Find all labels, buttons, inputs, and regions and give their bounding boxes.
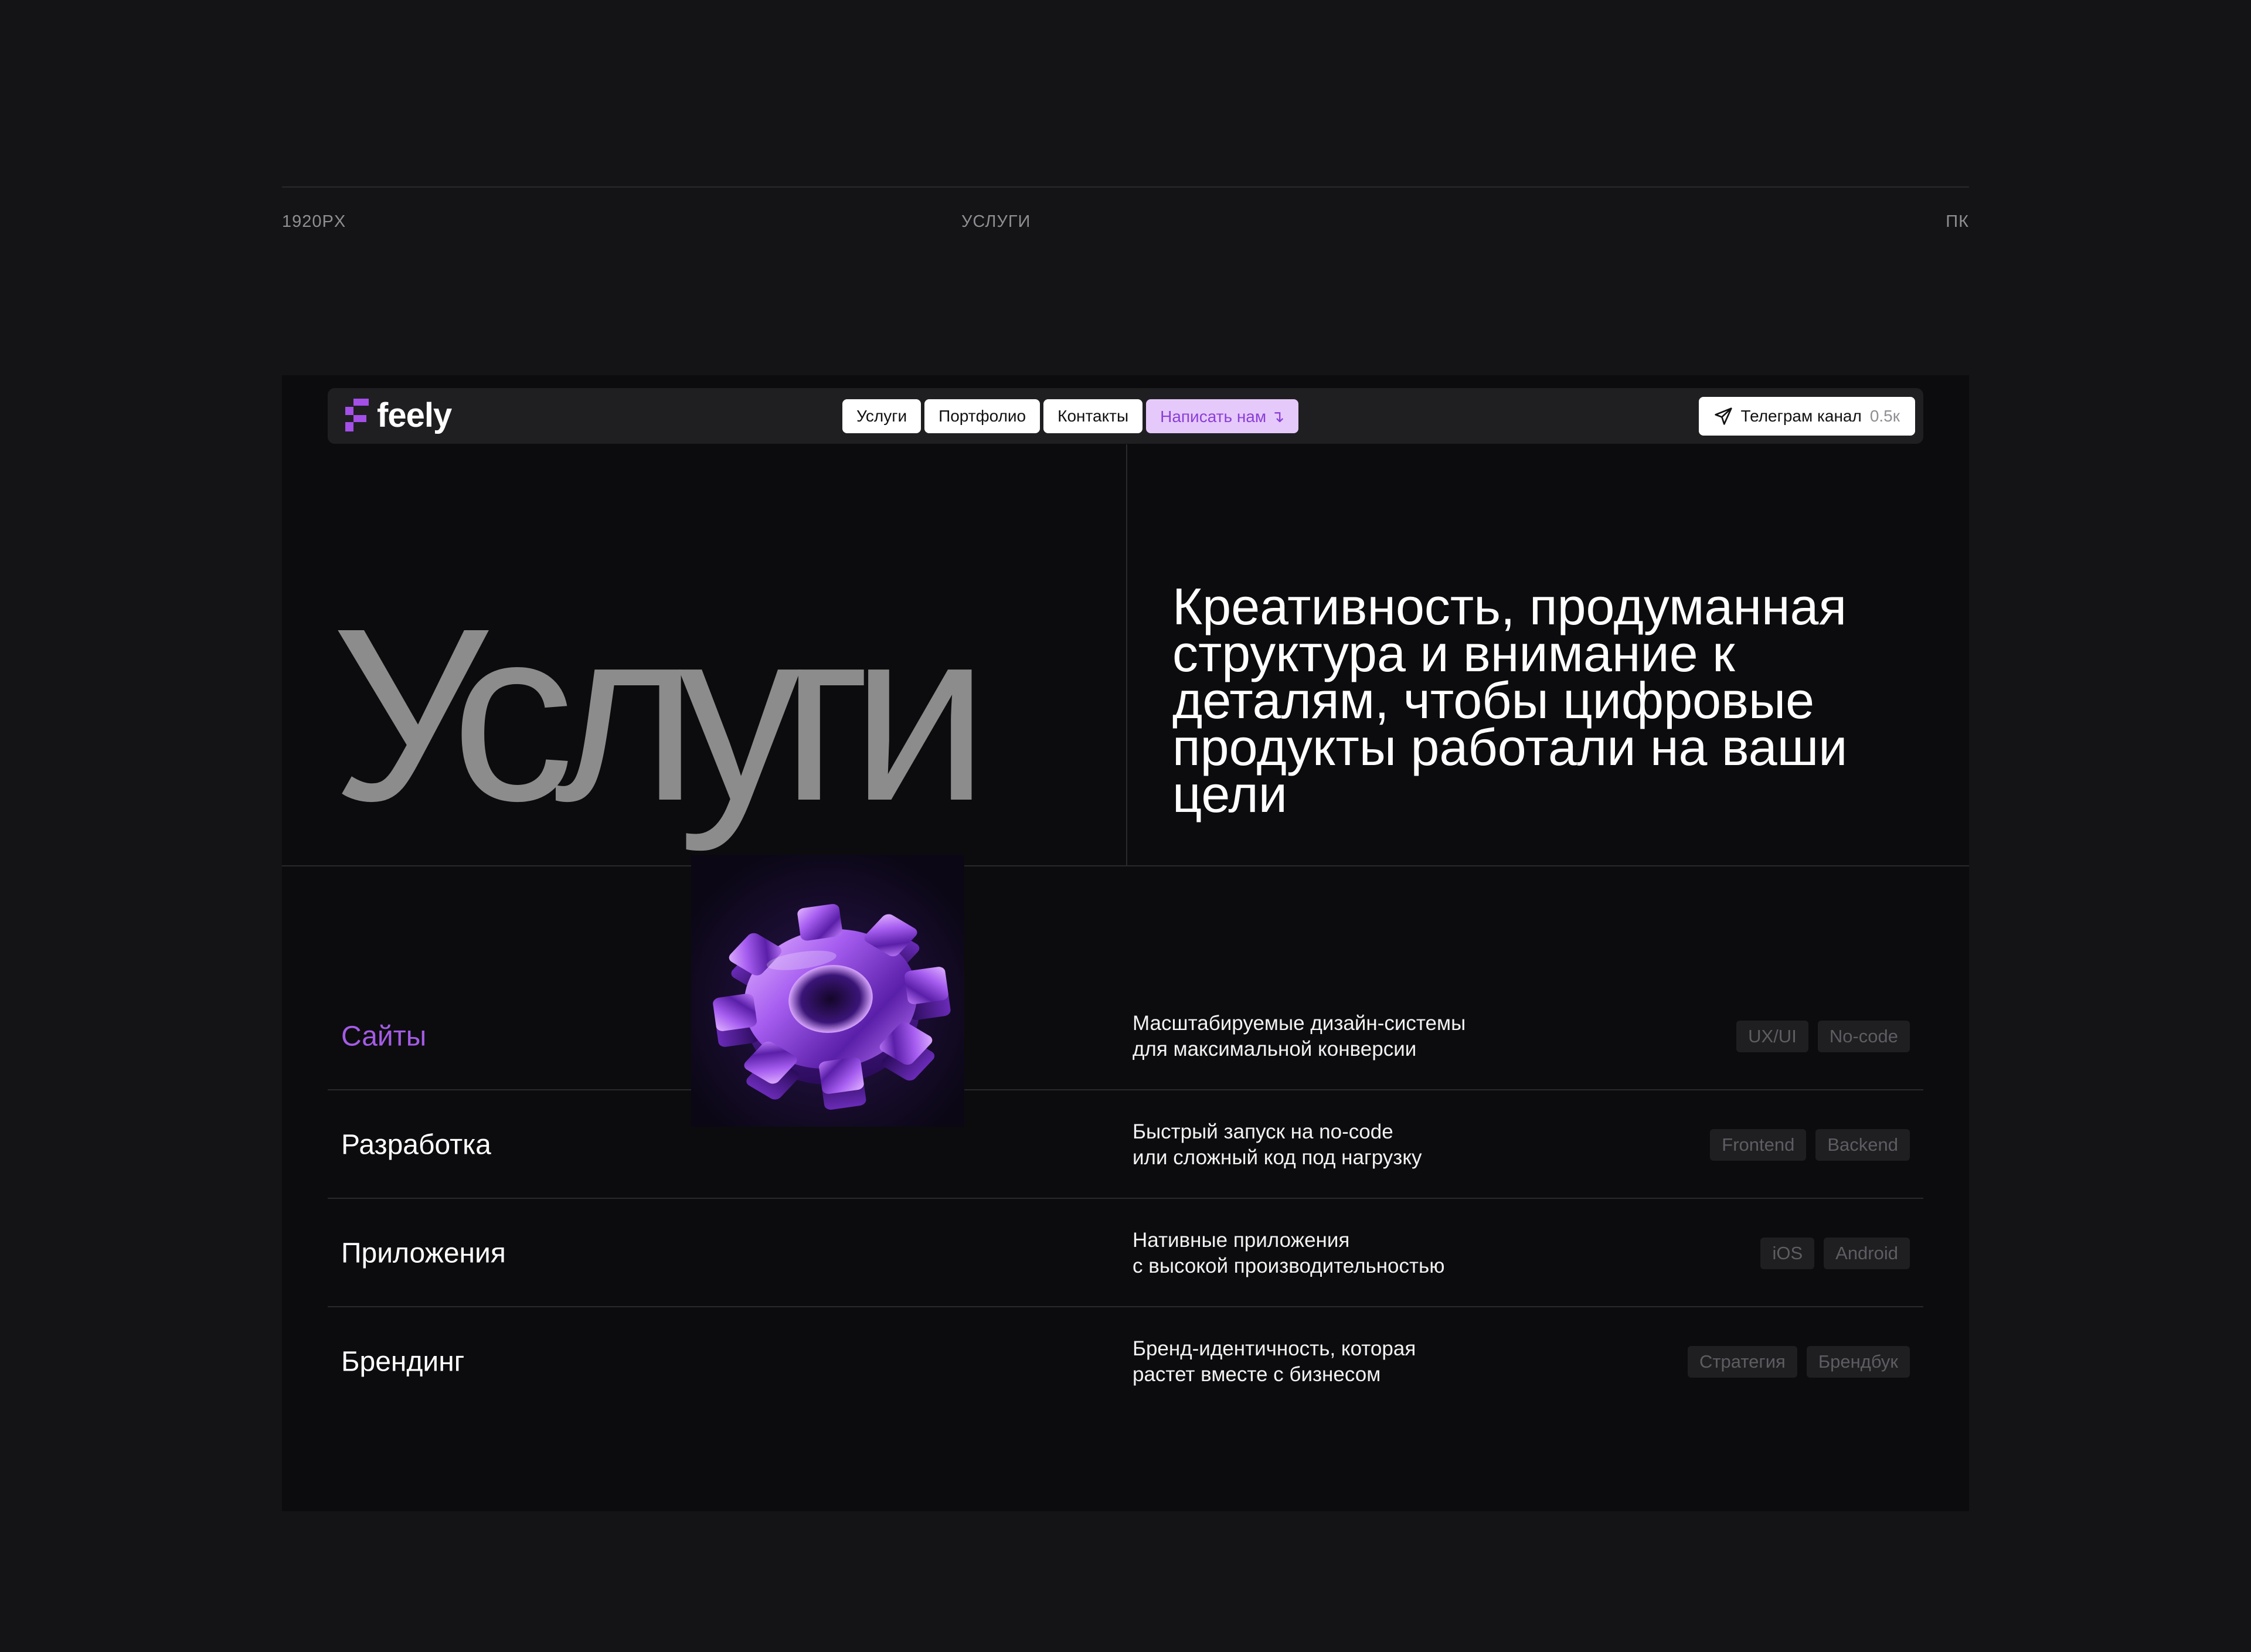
telegram-channel-button[interactable]: Телеграм канал 0.5к xyxy=(1698,397,1915,436)
page-frame: feely Услуги Портфолио Контакты Написать… xyxy=(282,375,1969,1511)
meta-device: ПК xyxy=(1946,212,1969,231)
service-description-line: Бренд-идентичность, которая xyxy=(1133,1337,1416,1360)
service-description-line: для максимальной конверсии xyxy=(1133,1037,1417,1060)
nav-links: Услуги Портфолио Контакты Написать нам ↴ xyxy=(842,399,1299,433)
meta-section: УСЛУГИ xyxy=(961,212,1031,231)
telegram-count: 0.5к xyxy=(1869,407,1900,425)
nav-link-services[interactable]: Услуги xyxy=(842,399,922,433)
service-description-line: или сложный код под нагрузку xyxy=(1133,1145,1422,1169)
gear-icon xyxy=(691,855,964,1127)
nav-link-contacts[interactable]: Контакты xyxy=(1043,399,1143,433)
page-title: Услуги xyxy=(331,577,989,852)
service-row-development[interactable]: Разработка Быстрый запуск на no-code или… xyxy=(328,1090,1923,1199)
service-description: Быстрый запуск на no-code или сложный ко… xyxy=(1133,1119,1601,1171)
service-description-line: Нативные приложения xyxy=(1133,1228,1350,1252)
service-row-apps[interactable]: Приложения Нативные приложения с высокой… xyxy=(328,1199,1923,1307)
logo[interactable]: feely xyxy=(345,396,452,434)
service-tag: UX/UI xyxy=(1736,1020,1808,1052)
feely-logo-mark-icon xyxy=(345,399,369,431)
service-description: Масштабируемые дизайн-системы для максим… xyxy=(1133,1011,1601,1062)
service-tag: Android xyxy=(1824,1237,1910,1269)
service-name: Сайты xyxy=(341,1021,427,1052)
gear-image xyxy=(691,855,964,1127)
contact-us-button[interactable]: Написать нам ↴ xyxy=(1146,399,1299,433)
hero-horizontal-divider xyxy=(282,865,1969,866)
meta-resolution: 1920PX xyxy=(282,212,346,231)
nav-link-portfolio[interactable]: Портфолио xyxy=(924,399,1041,433)
service-tags: iOS Android xyxy=(1760,1237,1910,1269)
service-description: Нативные приложения с высокой производит… xyxy=(1133,1228,1601,1279)
service-tag: No-code xyxy=(1817,1020,1910,1052)
service-tag: Backend xyxy=(1815,1128,1910,1161)
hero-vertical-divider xyxy=(1126,444,1127,865)
service-name: Брендинг xyxy=(341,1346,465,1377)
service-description: Бренд-идентичность, которая растет вмест… xyxy=(1133,1336,1601,1388)
service-tag: Frontend xyxy=(1710,1128,1807,1161)
service-tag: Брендбук xyxy=(1806,1345,1910,1378)
service-name: Разработка xyxy=(341,1129,491,1160)
service-tag: iOS xyxy=(1760,1237,1815,1269)
telegram-label: Телеграм канал xyxy=(1740,407,1862,425)
service-name: Приложения xyxy=(341,1238,506,1269)
service-tag: Стратегия xyxy=(1687,1345,1797,1378)
service-description-line: Масштабируемые дизайн-системы xyxy=(1133,1011,1466,1035)
service-description-line: растет вместе с бизнесом xyxy=(1133,1362,1381,1386)
paper-plane-icon xyxy=(1714,407,1732,425)
hero-description: Креативность, продуманная структура и вн… xyxy=(1172,577,1848,823)
service-description-line: с высокой производительностью xyxy=(1133,1254,1445,1277)
service-row-branding[interactable]: Брендинг Бренд-идентичность, которая рас… xyxy=(328,1307,1923,1416)
service-tags: UX/UI No-code xyxy=(1736,1020,1910,1052)
logo-text: feely xyxy=(377,396,452,434)
service-description-line: Быстрый запуск на no-code xyxy=(1133,1120,1393,1143)
service-tags: Frontend Backend xyxy=(1710,1128,1910,1161)
service-row-sites[interactable]: Сайты Масштабируемые дизайн-системы для … xyxy=(328,982,1923,1090)
service-tags: Стратегия Брендбук xyxy=(1687,1345,1910,1378)
navbar: feely Услуги Портфолио Контакты Написать… xyxy=(328,388,1923,444)
top-divider xyxy=(282,186,1969,188)
